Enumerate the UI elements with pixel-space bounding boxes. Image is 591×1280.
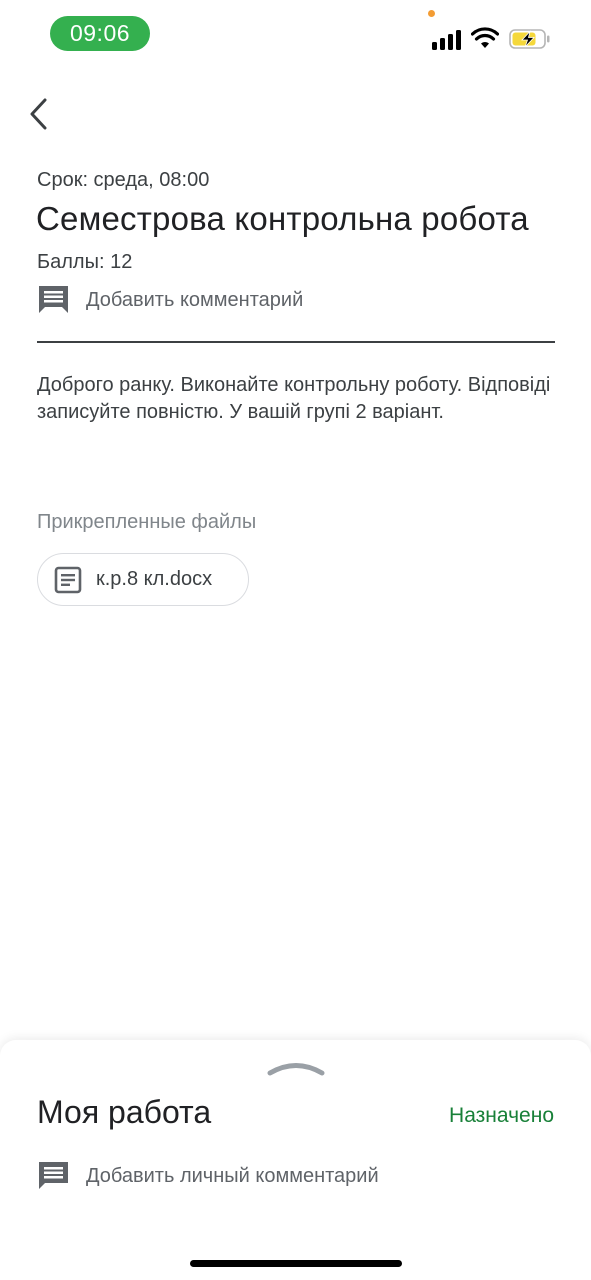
attachments-heading: Прикрепленные файлы <box>37 511 257 533</box>
add-comment-label: Добавить комментарий <box>86 288 304 311</box>
status-time[interactable]: 09:06 <box>50 16 150 51</box>
attachment-chip[interactable]: к.р.8 кл.docx <box>37 553 249 606</box>
battery-charging-icon <box>509 29 550 49</box>
attachment-file-name: к.р.8 кл.docx <box>96 568 213 590</box>
document-icon <box>54 566 82 593</box>
work-status-badge: Назначено <box>449 1104 554 1127</box>
comment-icon <box>39 286 68 313</box>
wifi-icon <box>471 27 499 48</box>
add-class-comment-button[interactable]: Добавить комментарий <box>37 282 303 318</box>
divider <box>37 341 555 343</box>
my-work-sheet[interactable]: Моя работа Назначено Добавить личный ком… <box>0 1040 591 1280</box>
back-button[interactable] <box>18 92 58 136</box>
assignment-title: Семестрова контрольна робота <box>36 200 529 237</box>
points: Баллы: 12 <box>37 251 133 273</box>
privacy-indicator-dot <box>428 10 435 17</box>
screen: 09:06 Срок: среда, 08:00 Семестрова конт… <box>0 0 591 1280</box>
add-private-comment-label: Добавить личный комментарий <box>86 1164 379 1187</box>
add-private-comment-button[interactable]: Добавить личный комментарий <box>37 1158 379 1194</box>
my-work-title: Моя работа <box>37 1094 212 1130</box>
comment-icon <box>39 1162 68 1189</box>
chevron-left-icon <box>30 98 47 130</box>
assignment-description: Доброго ранку. Виконайте контрольну робо… <box>37 374 551 423</box>
due-date: Срок: среда, 08:00 <box>37 169 210 191</box>
signal-icon <box>432 28 464 50</box>
chevron-up-icon[interactable] <box>266 1058 326 1078</box>
home-indicator[interactable] <box>190 1260 402 1267</box>
